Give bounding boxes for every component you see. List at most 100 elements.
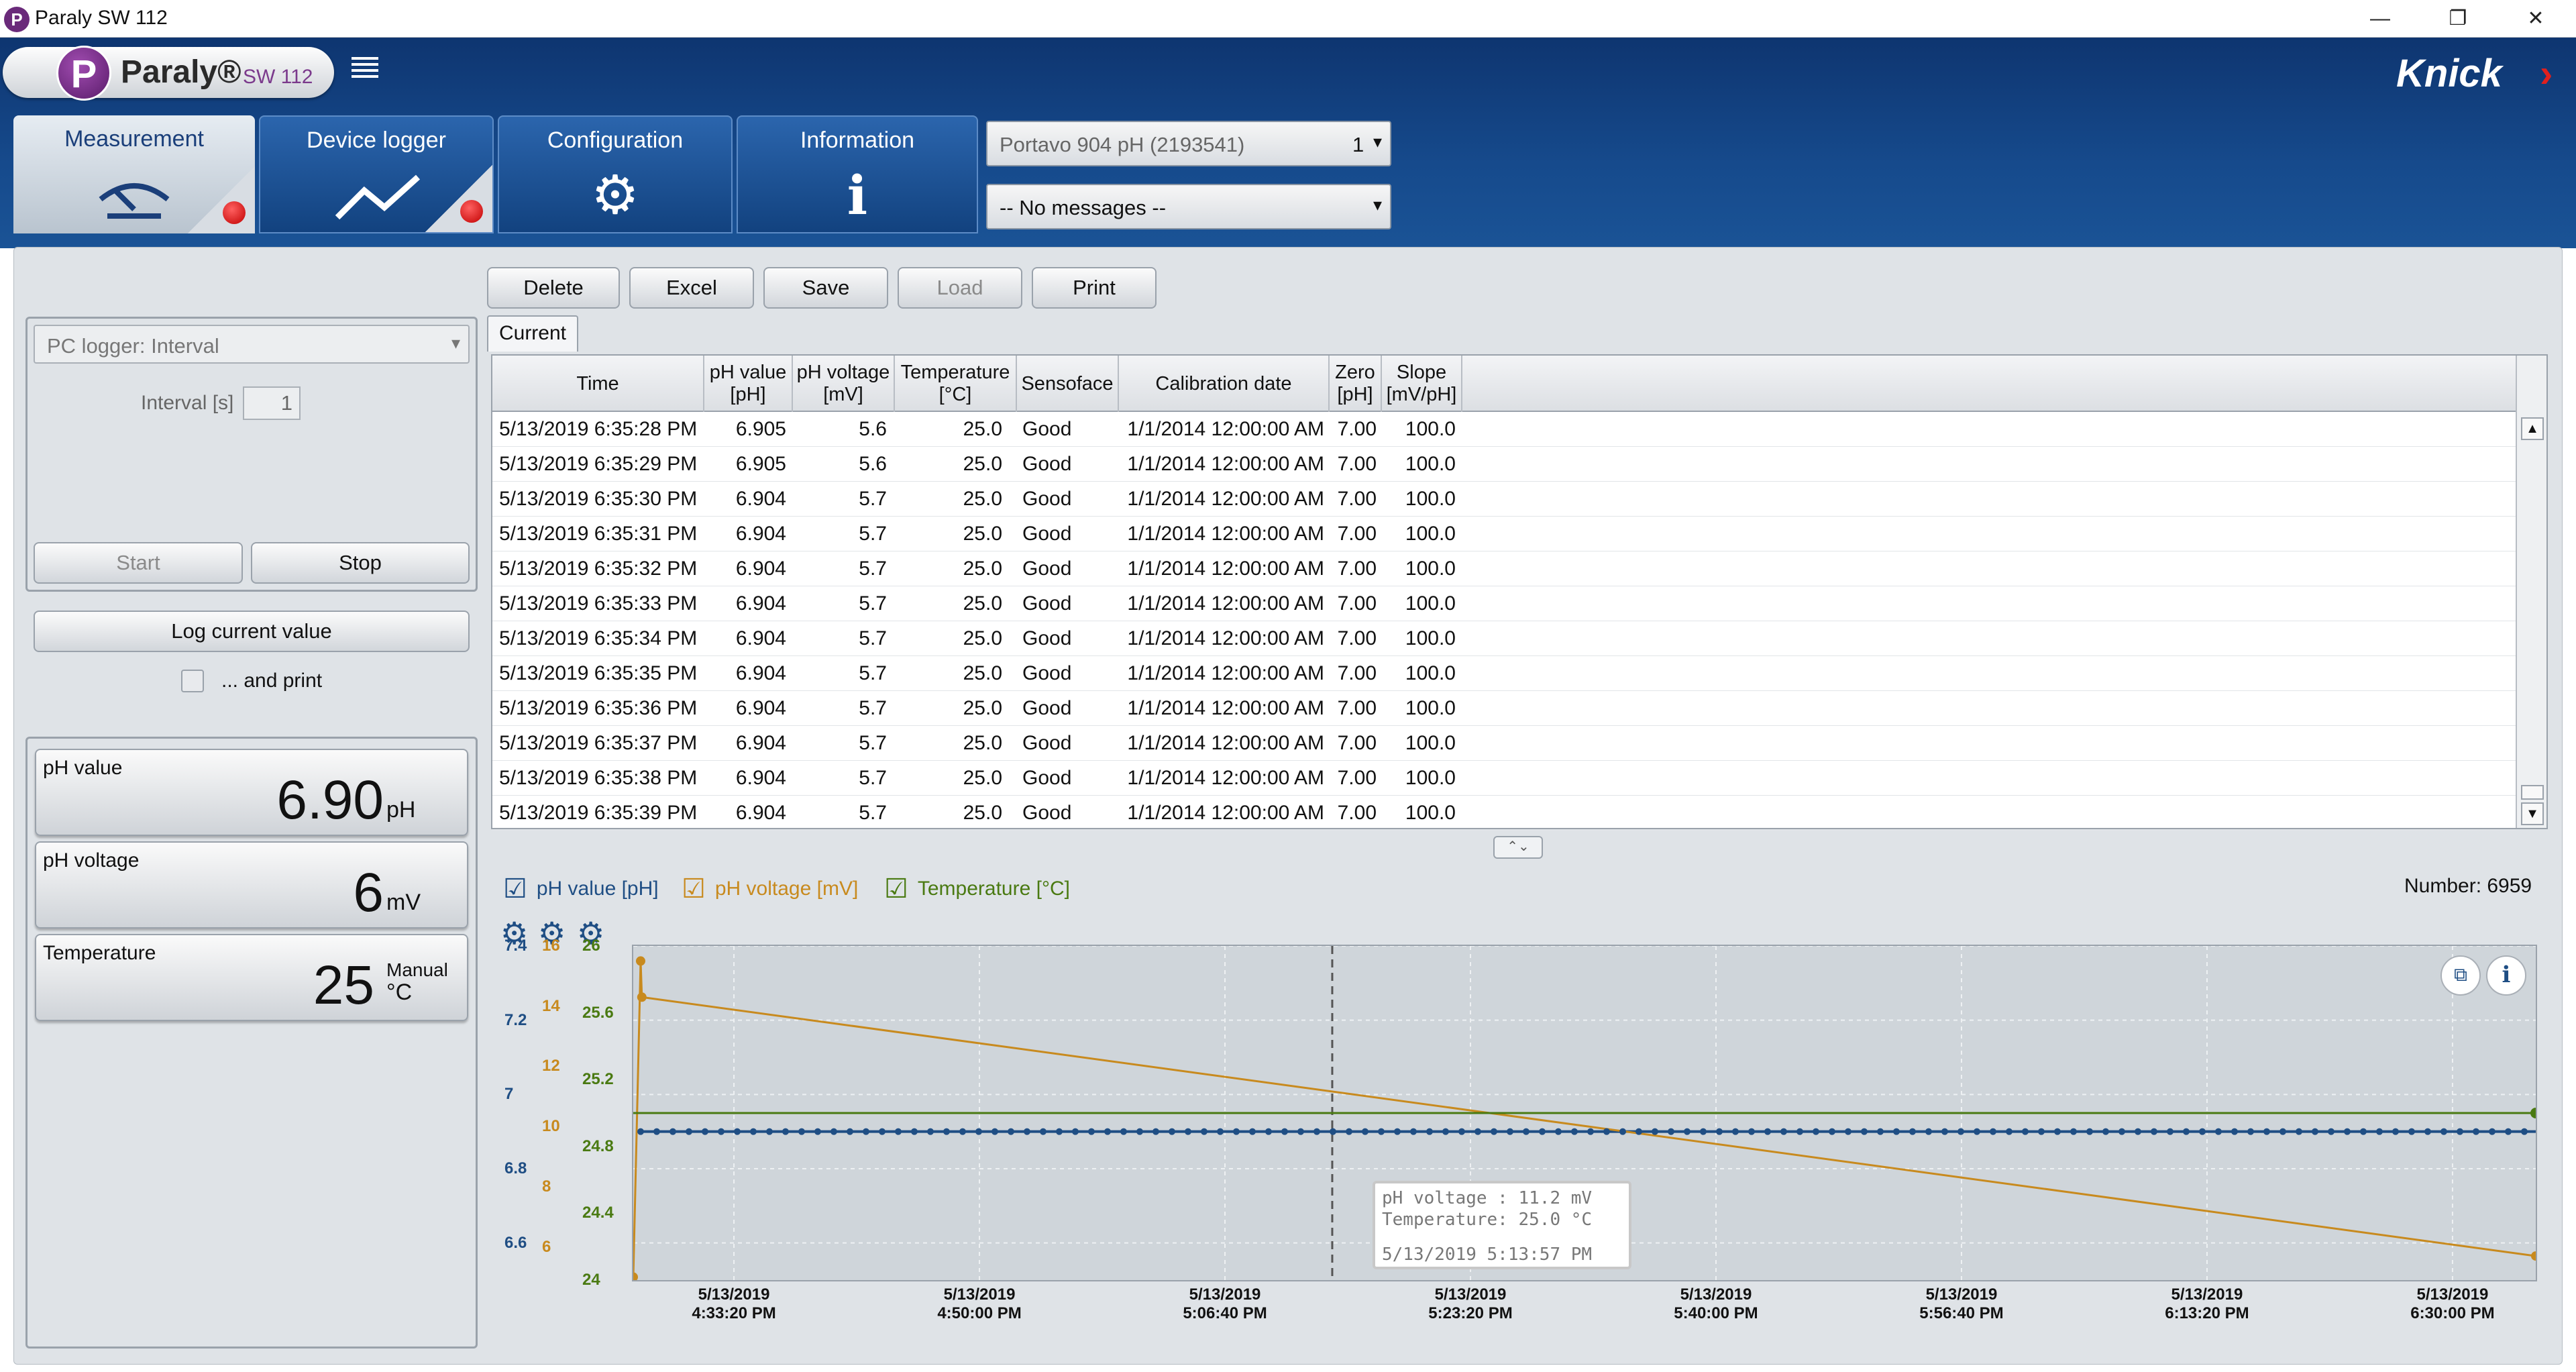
copy-chart-icon[interactable]: ⧉ [2440,955,2481,996]
table-row[interactable]: 5/13/2019 6:35:35 PM 6.904 5.7 25.0 Good 1/1/… [492,656,2516,691]
chart-tooltip: pH voltage : 11.2 mV Temperature: 25.0 °… [1373,1181,1631,1269]
start-button[interactable]: Start [34,542,243,584]
tab-information[interactable]: Information i [737,115,978,233]
y-tick-label: 7.4 [504,937,527,955]
scroll-up-icon[interactable]: ▲ [2521,417,2544,440]
table-cell: 100.0 [1405,732,1456,754]
table-cell: 5/13/2019 6:35:28 PM [499,418,698,440]
table-row[interactable]: 5/13/2019 6:35:39 PM 6.904 5.7 25.0 Good 1/1/… [492,796,2516,831]
minimize-button[interactable]: — [2340,0,2420,38]
series-point [637,992,647,1002]
x-tick-date: 5/13/2019 [943,1285,1016,1304]
series-point [2520,1128,2528,1135]
table-cell: 6.904 [735,627,786,649]
tab-corner [188,166,255,233]
excel-button[interactable]: Excel [629,267,754,309]
checkbox-checked-icon[interactable]: ☑ [884,874,908,904]
device-select[interactable]: Portavo 904 pH (2193541) 1 ▾ [986,121,1391,166]
series-point [1458,1128,1465,1135]
and-print-checkbox[interactable] [181,670,204,692]
table-row[interactable]: 5/13/2019 6:35:29 PM 6.905 5.6 25.0 Good 1/1/… [492,447,2516,482]
column-header[interactable]: Slope [mV/pH] [1382,356,1462,412]
interval-input[interactable]: 1 [243,386,301,420]
x-tick-time: 4:50:00 PM [937,1304,1022,1322]
tab-configuration[interactable]: Configuration ⚙ [498,115,733,233]
ph-voltage-readout: pH voltage 6 mV [35,841,468,929]
table-cell: 25.0 [963,453,1002,475]
table-row[interactable]: 5/13/2019 6:35:30 PM 6.904 5.7 25.0 Good 1/1/… [492,482,2516,517]
column-header[interactable]: Temperature [°C] [895,356,1017,412]
table-cell: 6.904 [735,592,786,615]
y-tick-label: 24.4 [582,1204,614,1222]
series-point [1828,1128,1835,1135]
table-scrollbar[interactable]: ▲ ▼ [2516,356,2546,828]
tab-current[interactable]: Current [487,315,578,352]
log-current-value-button[interactable]: Log current value [34,611,470,652]
table-row[interactable]: 5/13/2019 6:35:34 PM 6.904 5.7 25.0 Good 1/1/… [492,621,2516,656]
series-point [782,1128,789,1135]
column-header[interactable]: Calibration date [1119,356,1330,412]
table-cell: 6.905 [735,418,786,440]
column-header[interactable]: Sensoface [1017,356,1119,412]
column-header[interactable]: Time [492,356,704,412]
stop-button[interactable]: Stop [251,542,470,584]
table-row[interactable]: 5/13/2019 6:35:28 PM 6.905 5.6 25.0 Good 1/1/… [492,412,2516,447]
splitter-handle-icon[interactable]: ⌃⌄ [1493,836,1543,859]
messages-select-value: -- No messages -- [1000,196,1167,219]
table-cell: 7.00 [1337,558,1377,580]
column-header[interactable]: pH value [pH] [704,356,793,412]
trend-line-icon [335,174,421,220]
table-row[interactable]: 5/13/2019 6:35:31 PM 6.904 5.7 25.0 Good 1/1/… [492,517,2516,551]
series-point [1039,1128,1046,1135]
series-point [2295,1128,2302,1135]
messages-select[interactable]: -- No messages -- ▾ [986,184,1391,229]
legend-temperature[interactable]: ☑ Temperature [°C] [884,874,1070,904]
save-button[interactable]: Save [763,267,888,309]
series-point [635,956,645,966]
checkbox-checked-icon[interactable]: ☑ [682,874,706,904]
logger-mode-select[interactable]: PC logger: Interval ▾ [34,325,470,364]
series-point [2472,1128,2479,1135]
series-point [1474,1128,1481,1135]
load-button[interactable]: Load [898,267,1022,309]
series-point [814,1128,821,1135]
menu-icon[interactable] [352,54,378,94]
series-point [1393,1128,1401,1135]
scroll-down-icon[interactable]: ▼ [2521,802,2544,825]
legend-ph-value[interactable]: ☑ pH value [pH] [503,874,659,904]
column-header[interactable]: Zero [pH] [1330,356,1382,412]
y-tick-label: 7.2 [504,1010,527,1029]
chart-info-icon[interactable]: i [2486,955,2526,996]
table-row[interactable]: 5/13/2019 6:35:32 PM 6.904 5.7 25.0 Good 1/1/… [492,551,2516,586]
series-point [1699,1128,1707,1135]
delete-button[interactable]: Delete [487,267,620,309]
y-tick-label: 16 [542,937,560,955]
table-cell: 1/1/2014 12:00:00 AM [1127,592,1324,615]
checkbox-checked-icon[interactable]: ☑ [503,874,527,904]
column-header[interactable]: pH voltage [mV] [793,356,895,412]
table-row[interactable]: 5/13/2019 6:35:37 PM 6.904 5.7 25.0 Good 1/1/… [492,726,2516,761]
app-icon: P [4,7,30,32]
series-point [1361,1128,1368,1135]
table-row[interactable]: 5/13/2019 6:35:38 PM 6.904 5.7 25.0 Good 1/1/… [492,761,2516,796]
scroll-thumb[interactable] [2521,785,2544,800]
y-tick-label: 6 [542,1237,551,1256]
readout-value: 25 [313,955,374,1016]
restore-button[interactable]: ❐ [2418,0,2498,38]
table-cell: 6.904 [735,767,786,789]
y-tick-label: 6.6 [504,1233,527,1252]
table-row[interactable]: 5/13/2019 6:35:36 PM 6.904 5.7 25.0 Good 1/1/… [492,691,2516,726]
table-row[interactable]: 5/13/2019 6:35:33 PM 6.904 5.7 25.0 Good 1/1/… [492,586,2516,621]
tab-measurement[interactable]: Measurement [13,115,255,233]
y-tick-label: 24 [582,1271,600,1289]
readout-label: Temperature [43,942,156,964]
legend-ph-voltage[interactable]: ☑ pH voltage [mV] [682,874,858,904]
series-point [1619,1128,1626,1135]
series-point [1957,1128,1964,1135]
print-button[interactable]: Print [1032,267,1157,309]
series-point [2279,1128,2286,1135]
tab-device-logger[interactable]: Device logger [259,115,494,233]
series-point [1522,1128,1529,1135]
close-button[interactable]: ✕ [2496,0,2576,38]
series-point [1667,1128,1674,1135]
